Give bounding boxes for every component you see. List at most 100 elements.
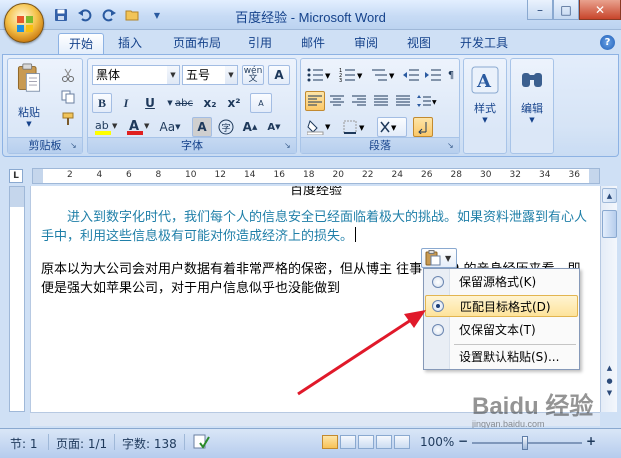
- tab-page-layout[interactable]: 页面布局: [163, 33, 231, 54]
- next-page-icon[interactable]: ▼: [602, 387, 617, 399]
- strikethrough-button[interactable]: abc: [174, 93, 194, 113]
- binoculars-icon: [522, 73, 542, 87]
- scroll-thumb[interactable]: [602, 210, 617, 238]
- justify-button[interactable]: [371, 91, 391, 111]
- tab-selector[interactable]: L: [9, 169, 23, 183]
- shading-button[interactable]: ▼: [305, 117, 335, 137]
- zoom-level[interactable]: 100%: [420, 435, 454, 449]
- paste-dropdown-icon[interactable]: ▼: [12, 120, 46, 128]
- clear-formatting-button[interactable]: A: [250, 93, 272, 113]
- bullets-button[interactable]: ▼: [305, 65, 335, 85]
- font-launcher-icon[interactable]: ↘: [284, 141, 294, 151]
- line-spacing-button[interactable]: ▼: [415, 91, 439, 111]
- paragraph-launcher-icon[interactable]: ↘: [447, 141, 457, 151]
- styles-icon: A: [471, 66, 499, 94]
- tab-developer[interactable]: 开发工具: [450, 33, 518, 54]
- help-icon[interactable]: ?: [600, 35, 615, 50]
- ruler-number: 36: [568, 170, 580, 180]
- tab-home[interactable]: 开始: [58, 33, 105, 54]
- word-count[interactable]: 字数: 138: [122, 435, 177, 452]
- clipboard-launcher-icon[interactable]: ↘: [70, 141, 80, 151]
- copy-icon[interactable]: [58, 87, 78, 107]
- close-button[interactable]: ✕: [579, 0, 621, 20]
- enclose-characters-button[interactable]: 字: [216, 117, 236, 137]
- font-size-select[interactable]: 五号 ▼: [182, 65, 238, 85]
- tab-insert[interactable]: 插入: [108, 33, 152, 54]
- keep-text-only-item[interactable]: 仅保留文本(T): [425, 319, 578, 341]
- tab-references[interactable]: 引用: [238, 33, 282, 54]
- paste-options-button[interactable]: ▼: [421, 248, 457, 268]
- text-highlight-button[interactable]: ab ▼: [92, 117, 120, 137]
- decrease-indent-icon[interactable]: [401, 65, 421, 85]
- format-painter-icon[interactable]: [58, 109, 78, 129]
- ruler-number: 20: [332, 170, 344, 180]
- font-group-label: 字体: [88, 137, 296, 153]
- numbering-button[interactable]: 1 2 3 ▼: [337, 65, 367, 85]
- svg-text:▼: ▼: [144, 122, 150, 130]
- web-layout-icon[interactable]: [358, 435, 374, 449]
- bold-button[interactable]: B: [92, 93, 112, 113]
- italic-button[interactable]: I: [116, 93, 136, 113]
- multilevel-list-button[interactable]: ▼: [369, 65, 399, 85]
- zoom-in-icon[interactable]: +: [586, 434, 596, 448]
- phonetic-guide-button[interactable]: wén 文: [242, 65, 264, 85]
- select-browse-object-icon[interactable]: ●: [602, 375, 617, 387]
- chevron-down-icon[interactable]: ▼: [167, 66, 179, 84]
- zoom-out-icon[interactable]: −: [458, 434, 468, 448]
- proofing-icon[interactable]: [192, 433, 210, 454]
- zoom-slider-thumb[interactable]: [522, 436, 528, 450]
- svg-text:▼: ▼: [325, 72, 331, 80]
- borders-button[interactable]: ▼: [341, 117, 371, 137]
- pasted-paragraph[interactable]: 进入到数字化时代，我们每个人的信息安全已经面临着极大的挑战。如果资料泄露到有心人…: [41, 208, 589, 246]
- pasted-paragraph-text: 进入到数字化时代，我们每个人的信息安全已经面临着极大的挑战。如果资料泄露到有心人…: [41, 210, 588, 244]
- set-default-paste-item[interactable]: 设置默认粘贴(S)...: [425, 346, 578, 368]
- superscript-button[interactable]: x²: [224, 93, 244, 113]
- show-marks-icon[interactable]: ¶: [441, 65, 461, 85]
- styles-button[interactable]: A 样式 ▼: [468, 65, 502, 124]
- minimize-button[interactable]: –: [527, 0, 553, 20]
- align-left-button[interactable]: [305, 91, 325, 111]
- page-indicator[interactable]: 页面: 1/1: [56, 435, 107, 452]
- chevron-down-icon[interactable]: ▼: [225, 66, 237, 84]
- text-cursor: [355, 227, 357, 242]
- scroll-up-icon[interactable]: ▲: [602, 188, 617, 203]
- shrink-font-button[interactable]: A ▼: [264, 117, 284, 137]
- styles-group: A 样式 ▼: [463, 58, 507, 154]
- font-name-select[interactable]: 黑体 ▼: [92, 65, 180, 85]
- tab-review[interactable]: 审阅: [344, 33, 388, 54]
- font-color-button[interactable]: A ▼: [124, 117, 152, 137]
- outline-view-icon[interactable]: [376, 435, 392, 449]
- maximize-button[interactable]: □: [553, 0, 579, 20]
- tab-view[interactable]: 视图: [397, 33, 441, 54]
- previous-page-icon[interactable]: ▲: [602, 362, 617, 374]
- distributed-button[interactable]: [393, 91, 413, 111]
- ruler-number: 4: [96, 170, 103, 180]
- editing-button[interactable]: 编辑 ▼: [515, 65, 549, 124]
- character-shading-button[interactable]: A: [192, 117, 212, 137]
- sort-button[interactable]: ▼: [377, 117, 407, 137]
- increase-indent-icon[interactable]: [423, 65, 443, 85]
- office-button[interactable]: [4, 3, 44, 43]
- status-divider: [114, 434, 115, 450]
- underline-button[interactable]: U: [140, 93, 160, 113]
- paste-button[interactable]: 粘贴 ▼: [12, 63, 46, 128]
- subscript-button[interactable]: x₂: [200, 93, 220, 113]
- align-center-button[interactable]: [327, 91, 347, 111]
- match-destination-formatting-item[interactable]: 匹配目标格式(D): [425, 295, 578, 317]
- grow-font-label: A: [242, 120, 252, 134]
- character-border-button[interactable]: A: [268, 65, 290, 85]
- cut-icon[interactable]: [58, 65, 78, 85]
- draft-view-icon[interactable]: [394, 435, 410, 449]
- tab-mailings[interactable]: 邮件: [291, 33, 335, 54]
- vertical-ruler[interactable]: [9, 186, 25, 412]
- align-right-button[interactable]: [349, 91, 369, 111]
- horizontal-ruler[interactable]: 2 4 6 8 10 12 14 16 18 20 22 24 26 28 30 32 34 36: [32, 168, 600, 184]
- paragraph-marks-icon[interactable]: [413, 117, 433, 137]
- section-indicator[interactable]: 节: 1: [10, 435, 38, 452]
- full-screen-reading-icon[interactable]: [340, 435, 356, 449]
- change-case-button[interactable]: Aa ▼: [156, 117, 184, 137]
- vertical-scrollbar[interactable]: ▲ ▲ ● ▼: [600, 186, 617, 412]
- grow-font-button[interactable]: A ▲: [240, 117, 260, 137]
- print-layout-icon[interactable]: [322, 435, 338, 449]
- keep-source-formatting-item[interactable]: 保留源格式(K): [425, 271, 578, 293]
